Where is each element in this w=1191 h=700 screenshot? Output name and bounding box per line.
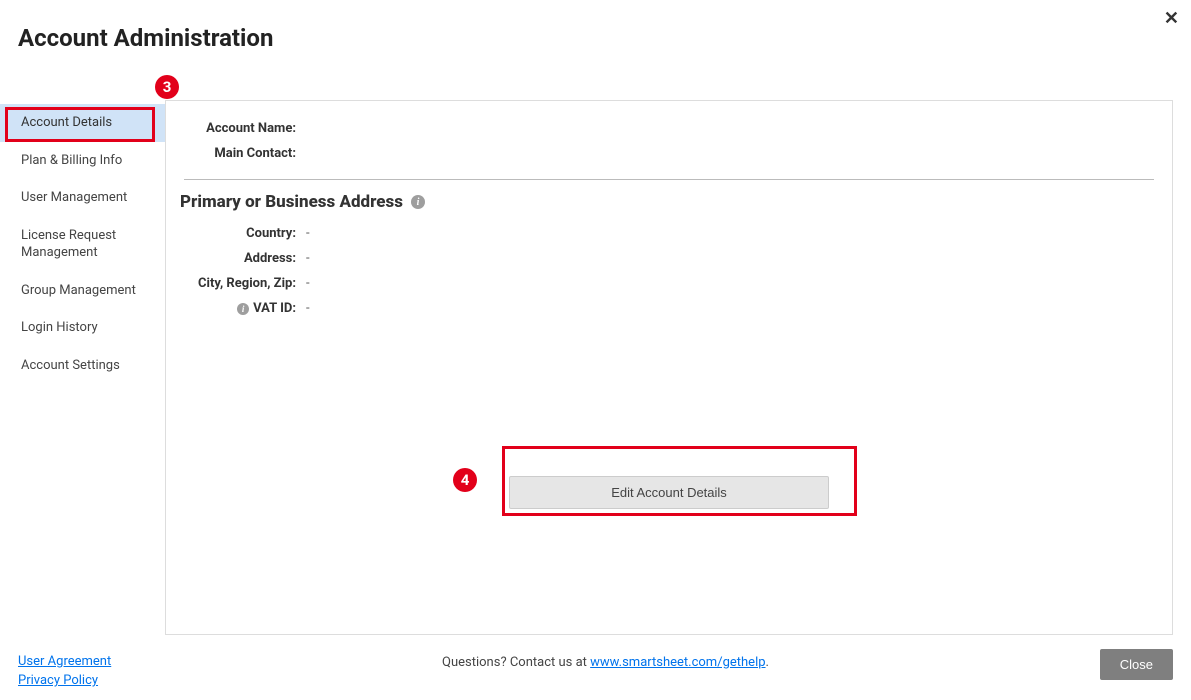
main-contact-label: Main Contact: — [176, 146, 306, 161]
country-label: Country: — [176, 226, 306, 241]
sidebar-item-license-request[interactable]: License Request Management — [0, 217, 165, 272]
close-icon-button[interactable]: ✕ — [1164, 8, 1179, 29]
address-heading-text: Primary or Business Address — [180, 192, 403, 212]
address-value: - — [306, 251, 310, 266]
privacy-policy-link[interactable]: Privacy Policy — [18, 673, 111, 688]
help-link[interactable]: www.smartsheet.com/gethelp — [590, 655, 765, 670]
info-icon[interactable]: i — [237, 303, 249, 315]
help-prefix: Questions? Contact us at — [442, 655, 590, 670]
sidebar: Account Details Plan & Billing Info User… — [0, 100, 165, 635]
sidebar-item-account-details[interactable]: Account Details — [0, 104, 165, 142]
address-section-header: Primary or Business Address i — [176, 192, 1154, 212]
sidebar-item-group-management[interactable]: Group Management — [0, 272, 165, 310]
annotation-badge-3: 3 — [155, 75, 179, 99]
vat-id-value: - — [306, 301, 310, 316]
account-name-label: Account Name: — [176, 121, 306, 136]
sidebar-item-user-management[interactable]: User Management — [0, 179, 165, 217]
vat-id-label-text: VAT ID: — [253, 301, 296, 316]
help-suffix: . — [766, 655, 769, 670]
annotation-badge-4: 4 — [453, 468, 477, 492]
divider — [184, 179, 1154, 180]
city-region-zip-label: City, Region, Zip: — [176, 276, 306, 291]
info-icon[interactable]: i — [411, 195, 425, 209]
sidebar-item-login-history[interactable]: Login History — [0, 309, 165, 347]
main-panel: Account Name: Main Contact: Primary or B… — [165, 100, 1173, 635]
sidebar-item-plan-billing[interactable]: Plan & Billing Info — [0, 142, 165, 180]
page-title: Account Administration — [0, 0, 1191, 52]
footer: User Agreement Privacy Policy Questions?… — [0, 649, 1191, 688]
sidebar-item-account-settings[interactable]: Account Settings — [0, 347, 165, 385]
country-value: - — [306, 226, 310, 241]
close-button[interactable]: Close — [1100, 649, 1173, 680]
address-label: Address: — [176, 251, 306, 266]
edit-account-details-button[interactable]: Edit Account Details — [509, 476, 829, 509]
user-agreement-link[interactable]: User Agreement — [18, 654, 111, 669]
vat-id-label: i VAT ID: — [176, 301, 306, 316]
footer-help-text: Questions? Contact us at www.smartsheet.… — [111, 655, 1100, 688]
city-region-zip-value: - — [306, 276, 310, 291]
